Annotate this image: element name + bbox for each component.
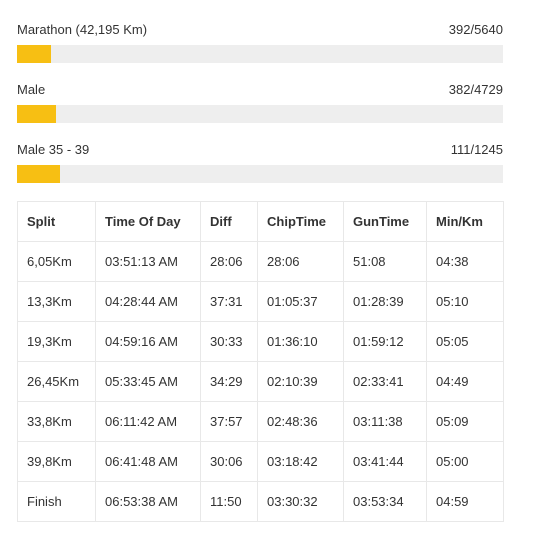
- time-of-day-cell: 06:41:48 AM: [95, 441, 201, 482]
- min-per-km-cell: 05:09: [426, 401, 504, 442]
- diff-cell: 37:57: [200, 401, 258, 442]
- ranking-value: 111/1245: [450, 142, 503, 157]
- time-of-day-cell: 06:53:38 AM: [95, 481, 201, 522]
- ranking-label: Male 35 - 39: [17, 142, 90, 157]
- diff-cell: 30:33: [200, 321, 258, 362]
- ranking-progress-fill: [17, 105, 57, 123]
- column-header-diff: Diff: [200, 201, 258, 242]
- guntime-cell: 51:08: [343, 241, 427, 282]
- min-per-km-cell: 05:05: [426, 321, 504, 362]
- ranking-progress-bar: [17, 105, 503, 123]
- diff-cell: 34:29: [200, 361, 258, 402]
- min-per-km-cell: 04:49: [426, 361, 504, 402]
- chiptime-cell: 01:05:37: [257, 281, 344, 322]
- ranking-gender: Male 382/4729: [17, 82, 503, 123]
- column-header-guntime: GunTime: [343, 201, 427, 242]
- chiptime-cell: 03:30:32: [257, 481, 344, 522]
- diff-cell: 28:06: [200, 241, 258, 282]
- guntime-cell: 02:33:41: [343, 361, 427, 402]
- split-cell: Finish: [17, 481, 96, 522]
- guntime-cell: 03:11:38: [343, 401, 427, 442]
- chiptime-cell: 01:36:10: [257, 321, 344, 362]
- table-row: 39,8Km 06:41:48 AM 30:06 03:18:42 03:41:44 05…: [17, 441, 504, 482]
- table-row: 26,45Km 05:33:45 AM 34:29 02:10:39 02:33:41 0…: [17, 361, 504, 402]
- column-header-time-of-day: Time Of Day: [95, 201, 201, 242]
- chiptime-cell: 02:10:39: [257, 361, 344, 402]
- ranking-progress-fill: [17, 45, 51, 63]
- diff-cell: 11:50: [200, 481, 258, 522]
- ranking-label: Male: [17, 82, 46, 97]
- guntime-cell: 03:41:44: [343, 441, 427, 482]
- split-cell: 13,3Km: [17, 281, 96, 322]
- column-header-min-per-km: Min/Km: [426, 201, 504, 242]
- min-per-km-cell: 05:10: [426, 281, 504, 322]
- time-of-day-cell: 06:11:42 AM: [95, 401, 201, 442]
- diff-cell: 30:06: [200, 441, 258, 482]
- time-of-day-cell: 04:28:44 AM: [95, 281, 201, 322]
- table-row: 13,3Km 04:28:44 AM 37:31 01:05:37 01:28:39 05…: [17, 281, 504, 322]
- time-of-day-cell: 05:33:45 AM: [95, 361, 201, 402]
- diff-cell: 37:31: [200, 281, 258, 322]
- split-cell: 19,3Km: [17, 321, 96, 362]
- split-cell: 33,8Km: [17, 401, 96, 442]
- table-row: 33,8Km 06:11:42 AM 37:57 02:48:36 03:11:38 05…: [17, 401, 504, 442]
- guntime-cell: 03:53:34: [343, 481, 427, 522]
- split-cell: 39,8Km: [17, 441, 96, 482]
- min-per-km-cell: 04:59: [426, 481, 504, 522]
- splits-table: Split Time Of Day Diff ChipTime GunTime …: [17, 201, 504, 522]
- ranking-progress-bar: [17, 45, 503, 63]
- ranking-category: Male 35 - 39 111/1245: [17, 142, 503, 183]
- ranking-label: Marathon (42,195 Km): [17, 22, 148, 37]
- chiptime-cell: 03:18:42: [257, 441, 344, 482]
- ranking-value: 392/5640: [448, 22, 503, 37]
- ranking-overall: Marathon (42,195 Km) 392/5640: [17, 22, 503, 63]
- guntime-cell: 01:59:12: [343, 321, 427, 362]
- time-of-day-cell: 03:51:13 AM: [95, 241, 201, 282]
- ranking-value: 382/4729: [448, 82, 503, 97]
- column-header-split: Split: [17, 201, 96, 242]
- split-cell: 26,45Km: [17, 361, 96, 402]
- min-per-km-cell: 05:00: [426, 441, 504, 482]
- min-per-km-cell: 04:38: [426, 241, 504, 282]
- ranking-progress-bar: [17, 165, 503, 183]
- table-row: 6,05Km 03:51:13 AM 28:06 28:06 51:08 04:38: [17, 241, 504, 282]
- split-cell: 6,05Km: [17, 241, 96, 282]
- ranking-progress-fill: [17, 165, 61, 183]
- chiptime-cell: 02:48:36: [257, 401, 344, 442]
- column-header-chiptime: ChipTime: [257, 201, 344, 242]
- table-row: Finish 06:53:38 AM 11:50 03:30:32 03:53:34 04…: [17, 481, 504, 522]
- table-row: 19,3Km 04:59:16 AM 30:33 01:36:10 01:59:12 05…: [17, 321, 504, 362]
- time-of-day-cell: 04:59:16 AM: [95, 321, 201, 362]
- guntime-cell: 01:28:39: [343, 281, 427, 322]
- chiptime-cell: 28:06: [257, 241, 344, 282]
- table-header-row: Split Time Of Day Diff ChipTime GunTime …: [17, 201, 504, 242]
